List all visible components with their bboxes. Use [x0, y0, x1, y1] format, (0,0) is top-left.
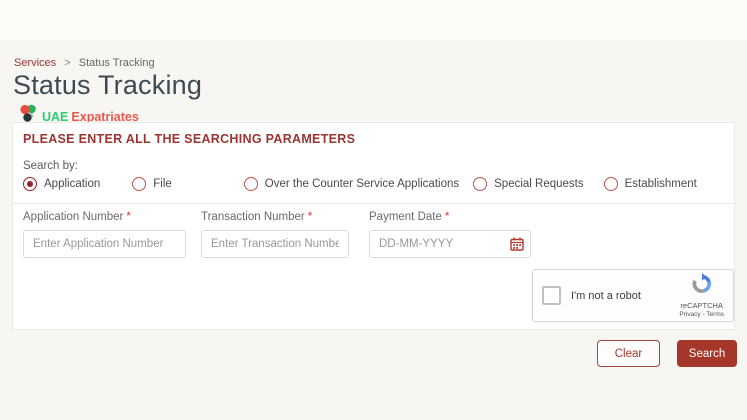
clear-button[interactable]: Clear	[597, 340, 660, 367]
breadcrumb: Services > Status Tracking	[14, 57, 155, 69]
radio-button-icon[interactable]	[604, 177, 618, 191]
radio-over-the-counter[interactable]: Over the Counter Service Applications	[244, 177, 459, 191]
recaptcha-label: I'm not a robot	[571, 290, 679, 302]
field-label: Payment Date*	[369, 211, 531, 223]
radio-file[interactable]: File	[132, 177, 172, 191]
radio-button-icon[interactable]	[473, 177, 487, 191]
payment-date-input[interactable]	[369, 230, 531, 258]
breadcrumb-services[interactable]: Services	[14, 57, 56, 69]
field-label-text: Application Number	[23, 211, 123, 223]
form-actions: Clear Search	[597, 340, 737, 367]
calendar-icon[interactable]	[510, 237, 524, 251]
radio-establishment[interactable]: Establishment	[604, 177, 697, 191]
page-title: Status Tracking	[13, 70, 202, 101]
field-label: Application Number*	[23, 211, 186, 223]
top-band	[0, 0, 747, 40]
radio-application[interactable]: Application	[23, 177, 100, 191]
recaptcha-brand: reCAPTCHA Privacy - Terms	[679, 273, 724, 318]
recaptcha-checkbox[interactable]	[542, 286, 561, 305]
radio-label: File	[153, 178, 172, 190]
radio-label: Establishment	[625, 178, 697, 190]
recaptcha-privacy-terms[interactable]: Privacy - Terms	[679, 311, 724, 318]
recaptcha-name: reCAPTCHA	[680, 301, 723, 310]
field-label-text: Payment Date	[369, 211, 442, 223]
breadcrumb-current: Status Tracking	[79, 57, 155, 69]
panel-heading: PLEASE ENTER ALL THE SEARCHING PARAMETER…	[23, 132, 355, 146]
radio-label: Over the Counter Service Applications	[265, 178, 459, 190]
radio-button-icon[interactable]	[244, 177, 258, 191]
application-number-input[interactable]	[23, 230, 186, 258]
breadcrumb-separator: >	[64, 57, 70, 69]
radio-button-icon[interactable]	[132, 177, 146, 191]
transaction-number-input[interactable]	[201, 230, 349, 258]
radio-label: Special Requests	[494, 178, 584, 190]
recaptcha-widget: I'm not a robot reCAPTCHA Privacy - Term…	[532, 269, 734, 322]
search-form: Application Number* Transaction Number* …	[23, 211, 531, 258]
field-label: Transaction Number*	[201, 211, 349, 223]
search-parameters-panel: PLEASE ENTER ALL THE SEARCHING PARAMETER…	[12, 122, 735, 330]
payment-date-field: Payment Date*	[369, 211, 531, 258]
required-asterisk: *	[126, 211, 130, 223]
recaptcha-logo-icon	[691, 273, 713, 300]
panel-divider	[13, 203, 734, 204]
field-label-text: Transaction Number	[201, 211, 305, 223]
required-asterisk: *	[308, 211, 312, 223]
status-tracking-page: Services > Status Tracking Status Tracki…	[0, 0, 747, 420]
application-number-field: Application Number*	[23, 211, 186, 258]
search-by-radio-group: Application File Over the Counter Servic…	[23, 177, 697, 191]
search-by-label: Search by:	[23, 160, 78, 172]
radio-special-requests[interactable]: Special Requests	[473, 177, 584, 191]
search-button[interactable]: Search	[677, 340, 737, 367]
radio-label: Application	[44, 178, 100, 190]
required-asterisk: *	[445, 211, 449, 223]
radio-button-icon[interactable]	[23, 177, 37, 191]
transaction-number-field: Transaction Number*	[201, 211, 349, 258]
